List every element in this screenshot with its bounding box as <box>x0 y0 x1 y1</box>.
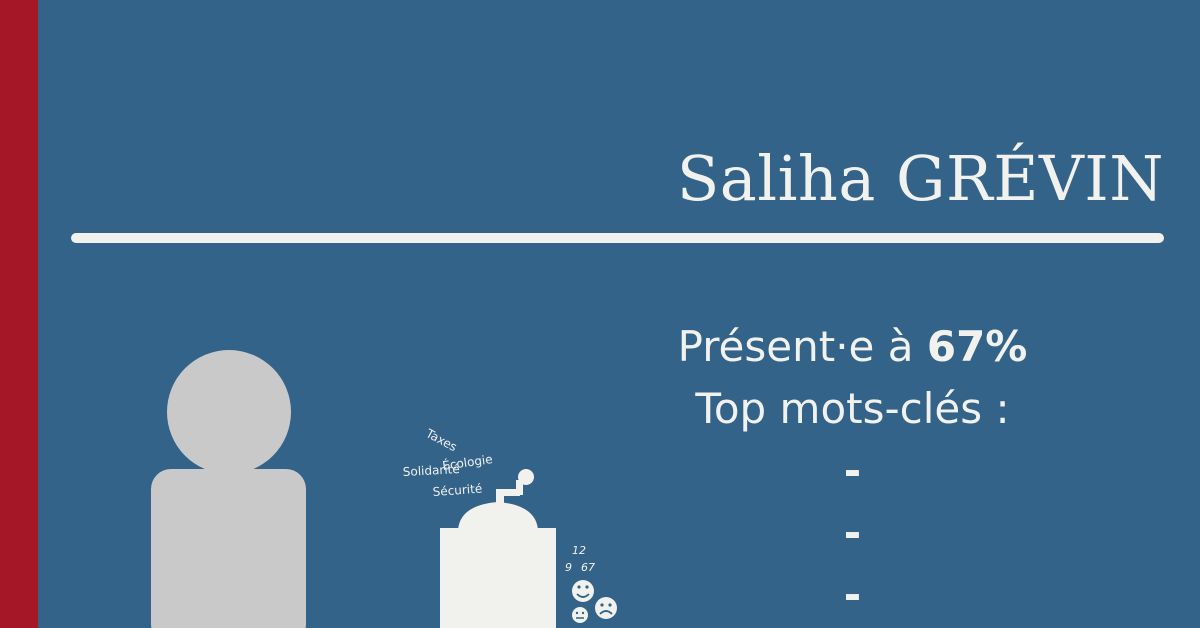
sad-face-icon <box>595 597 617 619</box>
happy-face-icon <box>572 580 594 602</box>
illustration: Taxes Écologie Solidarité Sécurité 12 9 … <box>151 350 617 628</box>
neutral-face-icon <box>572 607 588 623</box>
vote-count: 67 <box>581 561 595 574</box>
avatar-silhouette-icon <box>151 350 306 628</box>
word-taxes: Taxes <box>423 426 460 454</box>
vote-count: 12 <box>572 544 586 557</box>
word-solidarite: Solidarité <box>402 462 460 479</box>
word-securite: Sécurité <box>432 482 482 499</box>
vote-count: 9 <box>565 561 572 574</box>
